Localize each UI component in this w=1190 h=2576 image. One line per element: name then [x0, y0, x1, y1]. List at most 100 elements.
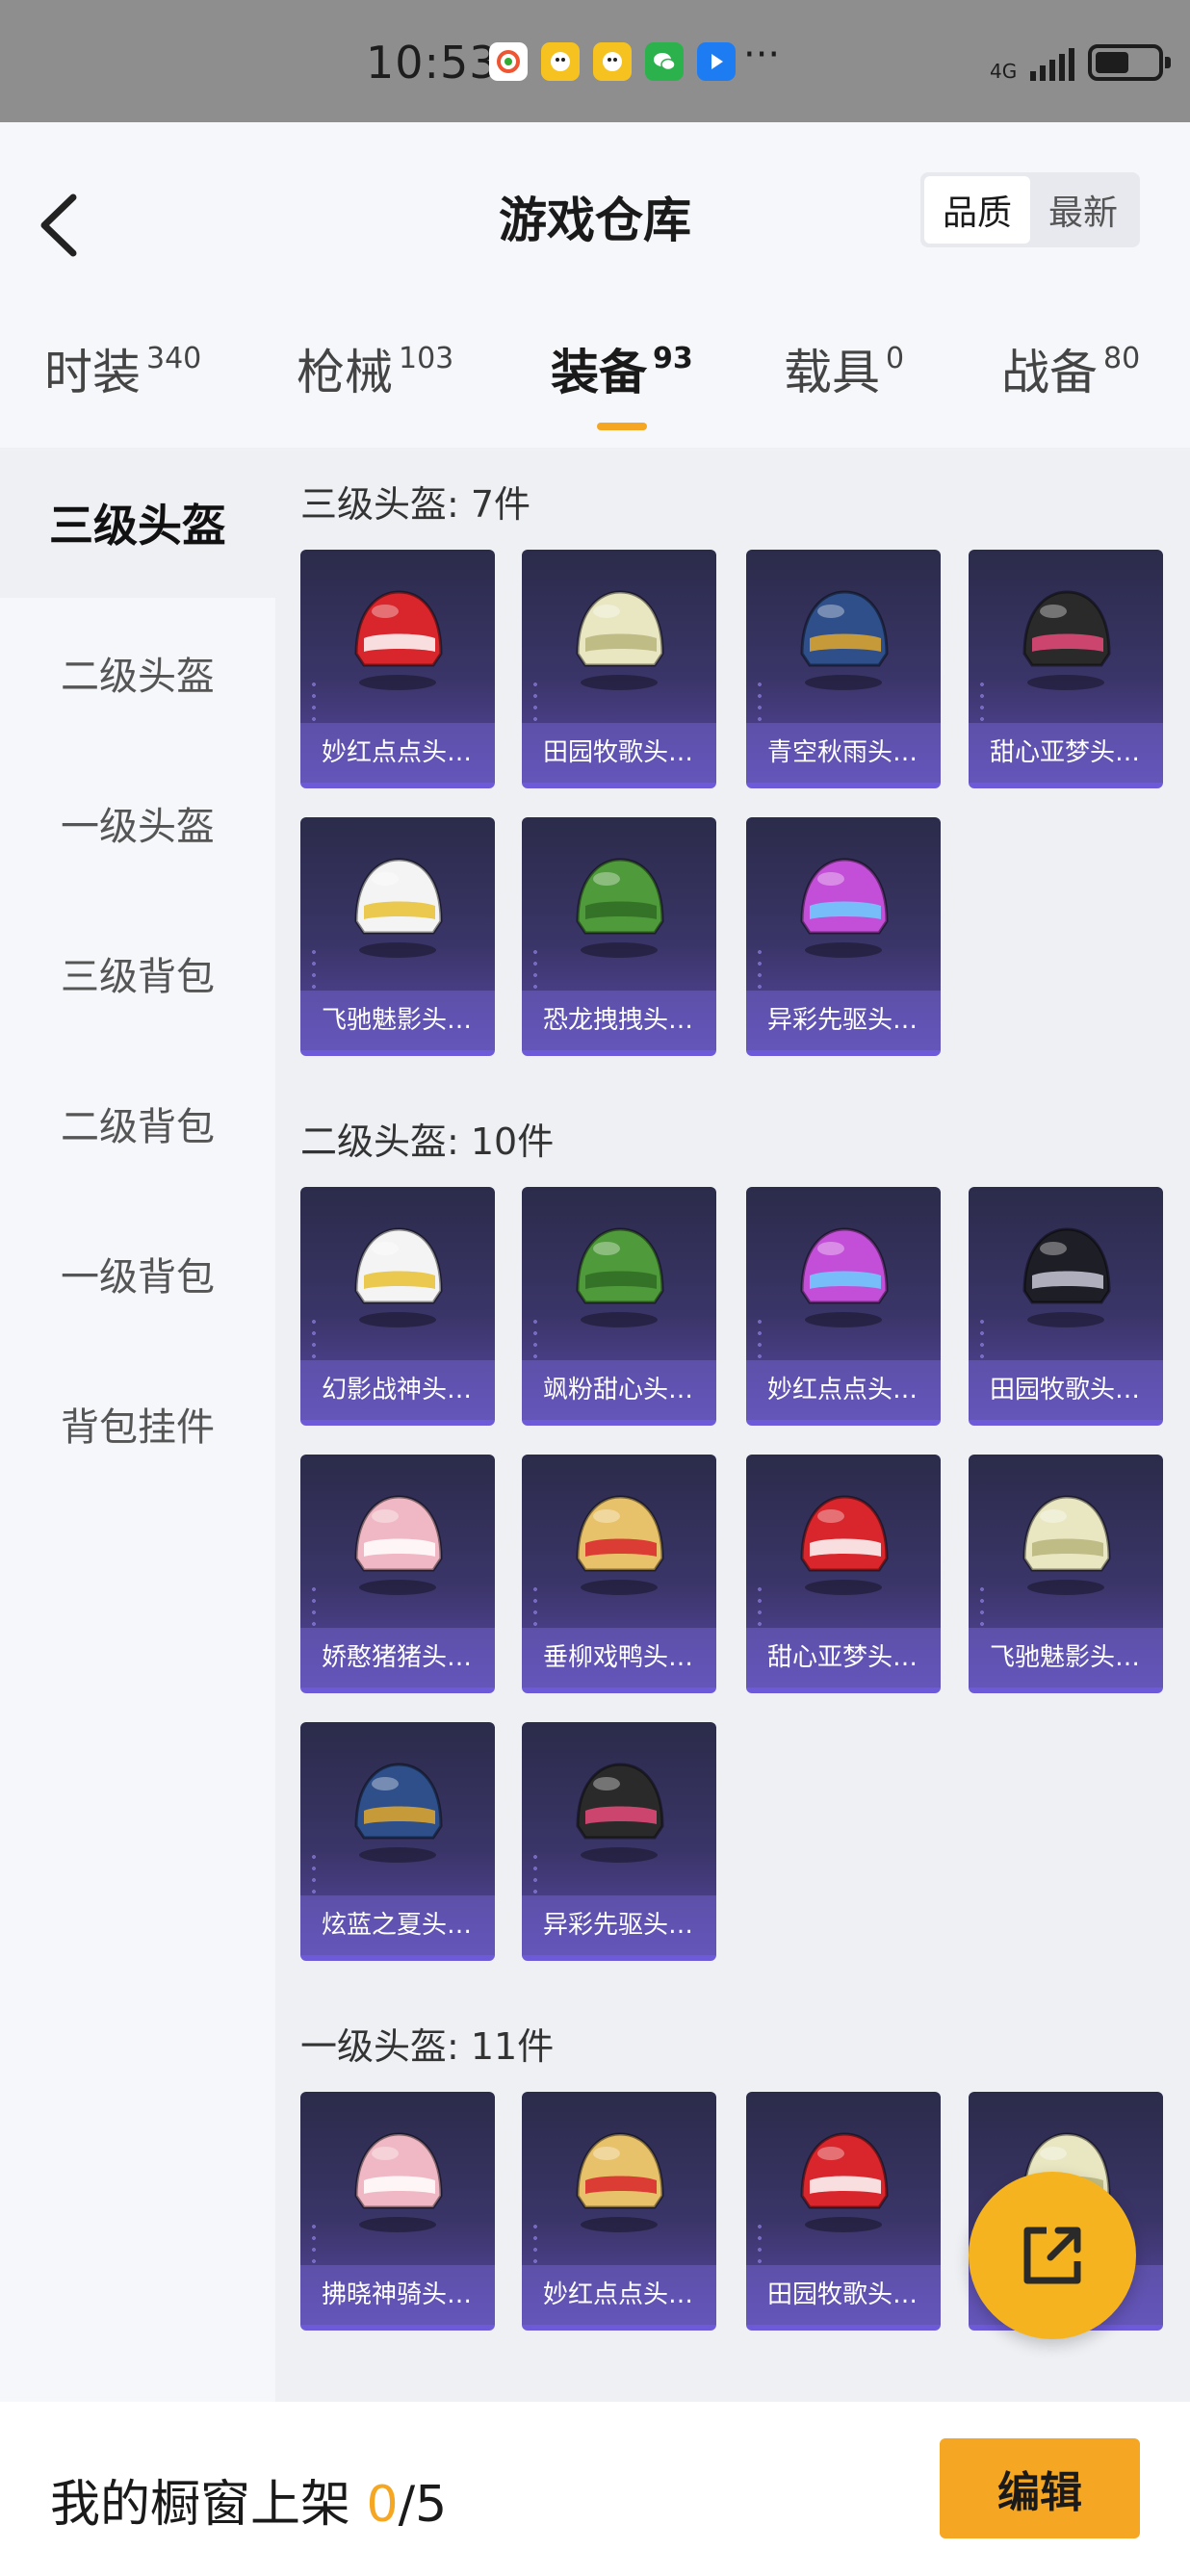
- item-name: 炫蓝之夏头…: [300, 1895, 495, 1955]
- helmet-icon: [785, 846, 902, 964]
- sidebar-item-level1-backpack[interactable]: 一级背包: [0, 1198, 275, 1349]
- decorative-dots: [308, 1851, 320, 1899]
- showcase-label: 我的橱窗上架: [50, 2476, 367, 2534]
- item-name: 甜心亚梦头…: [746, 1628, 941, 1687]
- decorative-dots: [754, 1584, 765, 1632]
- section-title: 二级头盔: 10件: [300, 1121, 555, 1163]
- item-card[interactable]: 幻影战神头…: [300, 1187, 495, 1426]
- sidebar-item-backpack-pendant[interactable]: 背包挂件: [0, 1349, 275, 1499]
- helmet-icon: [339, 1483, 456, 1601]
- battery-icon: [1088, 44, 1172, 81]
- item-grid: 三级头盔: 7件妙红点点头… 田园牧歌头… 青空秋雨头… 甜心亚梦头… 飞驰魅影头… 恐龙…: [275, 448, 1190, 2402]
- item-card[interactable]: 异彩先驱头…: [522, 1722, 716, 1961]
- sort-toggle: 品质 最新: [920, 172, 1140, 247]
- tab-count: 103: [399, 342, 454, 375]
- item-name: 青空秋雨头…: [746, 723, 941, 783]
- category-tabs: 时装 340 枪械 103 装备 93 载具 0 战备 80: [0, 334, 1190, 440]
- decorative-dots: [530, 679, 541, 727]
- item-name: 飞驰魅影头…: [969, 1628, 1163, 1687]
- active-tab-indicator: [596, 423, 647, 430]
- decorative-dots: [976, 1316, 988, 1364]
- tab-label: 时装: [44, 345, 141, 400]
- item-card[interactable]: 飞驰魅影头…: [300, 817, 495, 1056]
- section-title: 三级头盔: 7件: [300, 483, 531, 526]
- item-card[interactable]: 甜心亚梦头…: [969, 550, 1163, 788]
- tab-supplies[interactable]: 战备 80: [1001, 334, 1140, 440]
- item-name: 飞驰魅影头…: [300, 991, 495, 1050]
- item-card[interactable]: 飞驰魅影头…: [969, 1455, 1163, 1693]
- item-card[interactable]: 妙红点点头…: [300, 550, 495, 788]
- share-button[interactable]: [969, 2172, 1136, 2339]
- sort-quality-button[interactable]: 品质: [924, 176, 1030, 244]
- item-name: 飒粉甜心头…: [522, 1360, 716, 1420]
- item-card[interactable]: 异彩先驱头…: [746, 817, 941, 1056]
- helmet-icon: [560, 1751, 678, 1868]
- sidebar-item-level3-helmet[interactable]: 三级头盔: [0, 448, 275, 598]
- decorative-dots: [976, 679, 988, 727]
- status-time: 10:53: [366, 37, 499, 89]
- decorative-dots: [754, 2221, 765, 2269]
- sort-newest-button[interactable]: 最新: [1030, 176, 1136, 244]
- sidebar-item-level2-backpack[interactable]: 二级背包: [0, 1048, 275, 1198]
- tab-equipment[interactable]: 装备 93: [551, 334, 693, 440]
- item-card[interactable]: 田园牧歌头…: [969, 1187, 1163, 1426]
- tab-count: 340: [146, 342, 202, 375]
- decorative-dots: [530, 946, 541, 994]
- tab-count: 93: [653, 342, 693, 375]
- app-notification-icon: [697, 42, 736, 81]
- bottom-bar: 我的橱窗上架 0/5 编辑: [0, 2402, 1190, 2576]
- edit-button[interactable]: 编辑: [940, 2438, 1140, 2538]
- wechat-icon: [645, 42, 684, 81]
- helmet-icon: [785, 1216, 902, 1333]
- item-card[interactable]: 娇憨猪猪头…: [300, 1455, 495, 1693]
- item-card[interactable]: 田园牧歌头…: [522, 550, 716, 788]
- tab-weapons[interactable]: 枪械 103: [297, 334, 453, 440]
- item-card[interactable]: 田园牧歌头…: [746, 2092, 941, 2331]
- tab-count: 0: [886, 342, 905, 375]
- item-name: 拂晓神骑头…: [300, 2265, 495, 2325]
- item-name: 垂柳戏鸭头…: [522, 1628, 716, 1687]
- decorative-dots: [308, 946, 320, 994]
- item-card[interactable]: 垂柳戏鸭头…: [522, 1455, 716, 1693]
- helmet-icon: [785, 579, 902, 696]
- item-card[interactable]: 青空秋雨头…: [746, 550, 941, 788]
- helmet-icon: [560, 2121, 678, 2238]
- app-notification-icon: [593, 42, 632, 81]
- decorative-dots: [530, 2221, 541, 2269]
- helmet-icon: [339, 846, 456, 964]
- header: 游戏仓库 品质 最新 时装 340 枪械 103 装备 93 载具 0 战备 80: [0, 122, 1190, 448]
- decorative-dots: [308, 1316, 320, 1364]
- helmet-icon: [785, 2121, 902, 2238]
- item-card[interactable]: 妙红点点头…: [522, 2092, 716, 2331]
- tab-label: 战备: [1001, 345, 1098, 400]
- item-name: 田园牧歌头…: [969, 1360, 1163, 1420]
- sidebar-item-level1-helmet[interactable]: 一级头盔: [0, 748, 275, 898]
- decorative-dots: [308, 1584, 320, 1632]
- item-name: 甜心亚梦头…: [969, 723, 1163, 783]
- helmet-icon: [560, 1483, 678, 1601]
- helmet-icon: [560, 1216, 678, 1333]
- item-name: 恐龙拽拽头…: [522, 991, 716, 1050]
- app-notification-icon: [541, 42, 580, 81]
- item-card[interactable]: 飒粉甜心头…: [522, 1187, 716, 1426]
- notification-icons: [489, 42, 736, 81]
- item-card[interactable]: 炫蓝之夏头…: [300, 1722, 495, 1961]
- sidebar-item-level2-helmet[interactable]: 二级头盔: [0, 598, 275, 748]
- tab-count: 80: [1103, 342, 1141, 375]
- decorative-dots: [530, 1584, 541, 1632]
- tab-vehicles[interactable]: 载具 0: [784, 334, 904, 440]
- item-card[interactable]: 妙红点点头…: [746, 1187, 941, 1426]
- item-card[interactable]: 拂晓神骑头…: [300, 2092, 495, 2331]
- app-notification-icon: [489, 42, 528, 81]
- tab-fashion[interactable]: 时装 340: [44, 334, 201, 440]
- more-notifications-icon: ···: [743, 33, 781, 77]
- decorative-dots: [308, 2221, 320, 2269]
- item-name: 田园牧歌头…: [522, 723, 716, 783]
- sidebar-item-level3-backpack[interactable]: 三级背包: [0, 898, 275, 1048]
- item-card[interactable]: 甜心亚梦头…: [746, 1455, 941, 1693]
- helmet-icon: [560, 579, 678, 696]
- external-link-icon: [1023, 2227, 1081, 2284]
- decorative-dots: [754, 946, 765, 994]
- item-name: 田园牧歌头…: [746, 2265, 941, 2325]
- item-card[interactable]: 恐龙拽拽头…: [522, 817, 716, 1056]
